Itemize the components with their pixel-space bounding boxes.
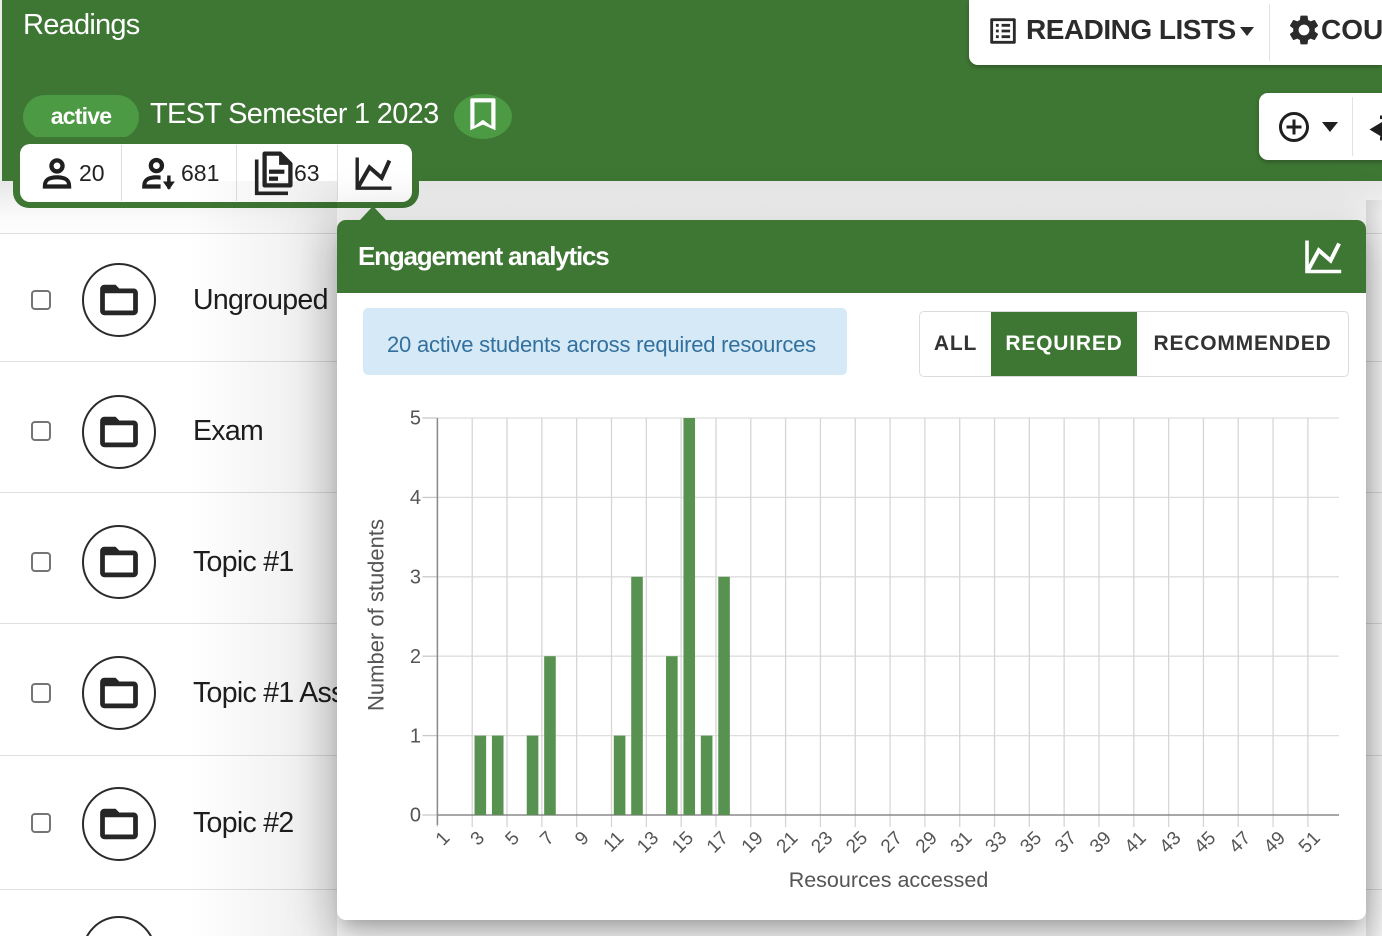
svg-text:13: 13 [633, 828, 663, 858]
svg-text:37: 37 [1051, 828, 1081, 858]
svg-text:29: 29 [912, 828, 942, 858]
svg-text:47: 47 [1225, 828, 1255, 858]
svg-text:31: 31 [947, 828, 977, 858]
svg-text:39: 39 [1086, 828, 1116, 858]
svg-text:15: 15 [668, 828, 698, 858]
svg-text:3: 3 [410, 567, 421, 589]
svg-text:Resources accessed: Resources accessed [789, 868, 989, 892]
svg-text:1: 1 [410, 725, 421, 747]
svg-text:2: 2 [410, 646, 421, 668]
svg-text:45: 45 [1190, 828, 1220, 858]
svg-text:19: 19 [738, 828, 768, 858]
svg-text:41: 41 [1121, 828, 1151, 858]
svg-text:21: 21 [773, 828, 803, 858]
svg-text:7: 7 [536, 828, 558, 850]
svg-text:27: 27 [877, 828, 907, 858]
svg-text:25: 25 [842, 828, 872, 858]
svg-text:17: 17 [703, 828, 733, 858]
svg-text:43: 43 [1156, 828, 1186, 858]
svg-text:33: 33 [982, 828, 1012, 858]
svg-text:51: 51 [1295, 828, 1325, 858]
svg-text:4: 4 [410, 487, 421, 509]
svg-text:3: 3 [467, 828, 489, 850]
svg-text:1: 1 [432, 828, 454, 850]
svg-text:5: 5 [502, 828, 524, 850]
svg-text:Number of students: Number of students [364, 519, 389, 711]
svg-text:35: 35 [1016, 828, 1046, 858]
svg-text:5: 5 [410, 408, 421, 430]
svg-text:9: 9 [571, 828, 593, 850]
svg-text:0: 0 [410, 805, 421, 827]
svg-text:11: 11 [600, 828, 629, 857]
svg-text:23: 23 [807, 828, 837, 858]
svg-text:49: 49 [1260, 828, 1290, 858]
